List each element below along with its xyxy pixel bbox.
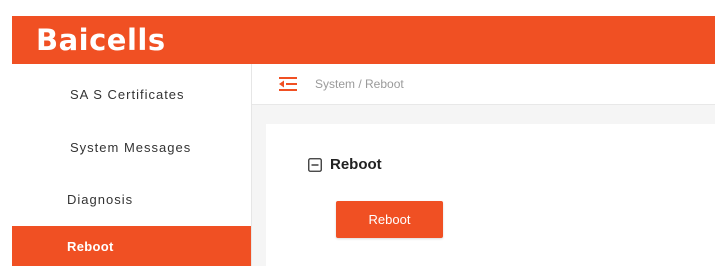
app-window: Baicells SA S Certificates System Messag… [0,0,717,266]
menu-fold-icon[interactable] [278,76,298,92]
breadcrumb: System / Reboot [315,77,404,91]
section-header: Reboot [308,156,382,173]
sidebar-item-diagnosis[interactable]: Diagnosis [12,180,251,218]
sidebar-item-reboot[interactable]: Reboot [12,226,251,266]
sidebar: SA S Certificates System Messages Diagno… [12,64,252,266]
reboot-panel: Reboot Reboot [266,124,715,266]
sidebar-item-system-messages[interactable]: System Messages [12,128,251,166]
section-title: Reboot [330,156,382,173]
sidebar-item-sas-certificates[interactable]: SA S Certificates [12,75,251,113]
breadcrumb-bar: System / Reboot [252,64,715,105]
top-header-bar: Baicells [12,16,715,64]
collapse-minus-icon[interactable] [308,157,322,172]
sidebar-item-label: System Messages [70,139,192,155]
brand-logo[interactable]: Baicells [36,25,166,55]
main-content: System / Reboot Reboot Reboot [252,64,715,266]
sidebar-item-label: SA S Certificates [70,86,185,102]
sidebar-item-label: Diagnosis [67,191,134,207]
sidebar-item-label: Reboot [67,238,114,254]
reboot-button[interactable]: Reboot [336,201,443,238]
